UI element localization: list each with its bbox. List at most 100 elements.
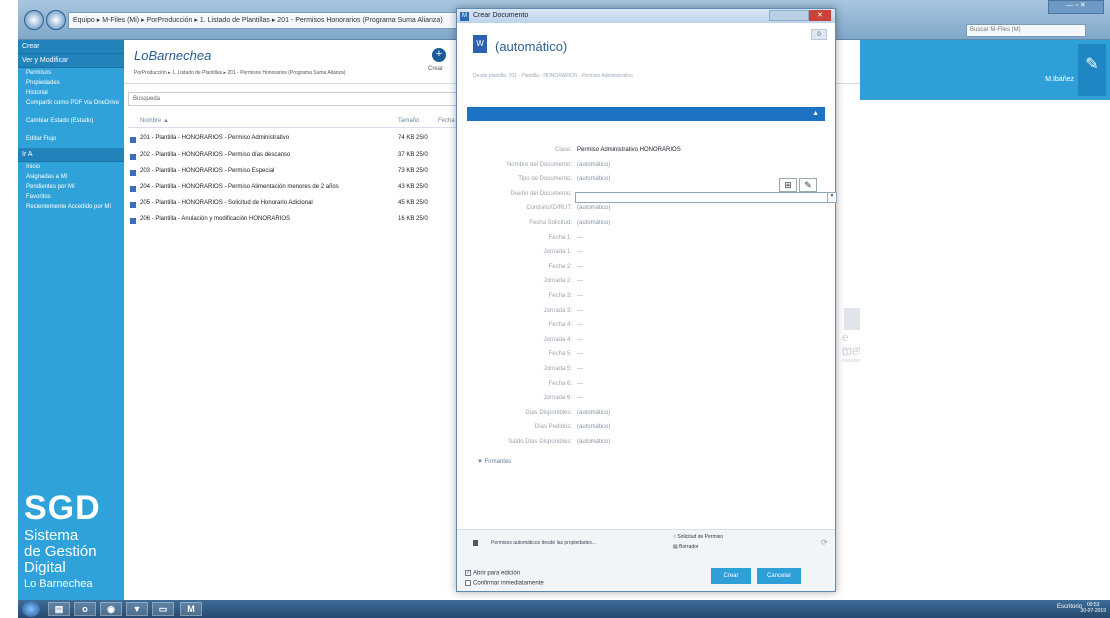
nav-header-view-modify[interactable]: Ver y Modificar: [18, 54, 124, 68]
property-value[interactable]: ---: [577, 337, 583, 343]
document-title[interactable]: (automático): [495, 39, 567, 54]
chevron-down-icon[interactable]: ▼: [827, 193, 836, 202]
property-value[interactable]: (automático): [577, 162, 610, 168]
permissions-text[interactable]: Permisos automáticos desde las propiedad…: [491, 540, 596, 546]
table-row[interactable]: 202 - Plantilla - HONORARIOS - Permiso d…: [128, 152, 468, 163]
property-row[interactable]: Clase: Permiso Administrativo HONORARIOS: [467, 147, 827, 157]
nav-item-change-state[interactable]: Cambiar Estado (Estado): [18, 116, 124, 134]
close-icon[interactable]: ✕: [809, 10, 831, 21]
collapse-icon[interactable]: ▲: [812, 110, 819, 117]
table-row[interactable]: 203 - Plantilla - HONORARIOS - Permiso E…: [128, 168, 468, 179]
property-value[interactable]: ---: [577, 395, 583, 401]
property-value[interactable]: ---: [577, 322, 583, 328]
clock[interactable]: 09:53 30-07-2019: [1080, 602, 1106, 614]
nav-item-pending[interactable]: Pendientes por Mí: [18, 182, 124, 192]
user-name[interactable]: M.Ibáñez: [1045, 76, 1074, 83]
table-row[interactable]: 206 - Plantilla - Anulación y modificaci…: [128, 216, 468, 227]
property-row[interactable]: Contrato/ID/RUT: (automático): [467, 205, 827, 215]
property-row[interactable]: Fecha 1: ---: [467, 235, 827, 245]
property-row[interactable]: Jornada 4: ---: [467, 337, 827, 347]
property-row[interactable]: Jornada 6: ---: [467, 395, 827, 405]
confirm-now-checkbox[interactable]: Confirmar inmediatamente: [465, 580, 544, 587]
explorer-task-icon[interactable]: ▤: [48, 602, 70, 616]
nav-item-history[interactable]: Historial: [18, 88, 124, 98]
property-value[interactable]: ---: [577, 366, 583, 372]
owner-dropdown[interactable]: ▼: [575, 192, 837, 203]
property-value[interactable]: (automático): [577, 176, 610, 182]
create-plus-icon[interactable]: +: [432, 48, 446, 62]
property-row[interactable]: Fecha 6: ---: [467, 381, 827, 391]
address-bar[interactable]: Equipo ▸ M-Files (Mi) ▸ PorProducción ▸ …: [68, 12, 486, 29]
nav-header-create[interactable]: Crear: [18, 40, 124, 54]
col-date-header[interactable]: Fecha: [438, 118, 455, 124]
property-value[interactable]: ---: [577, 264, 583, 270]
forward-button[interactable]: [46, 10, 66, 30]
search-input[interactable]: Búsqueda: [128, 92, 468, 106]
nav-item-share-pdf[interactable]: Compartir como PDF vía OneDrive: [18, 98, 124, 116]
table-row[interactable]: 201 - Plantilla - HONORARIOS - Permiso A…: [128, 135, 468, 146]
chrome-task-icon[interactable]: ◉: [100, 602, 122, 616]
table-row[interactable]: 204 - Plantilla - HONORARIOS - Permiso A…: [128, 184, 468, 195]
col-name-header[interactable]: Nombre ▲: [140, 118, 169, 124]
property-value[interactable]: Permiso Administrativo HONORARIOS: [577, 147, 681, 153]
workflow-label[interactable]: ○ Solicitud de Permiso: [673, 534, 723, 540]
signers-section[interactable]: ▼ Firmantes: [477, 459, 511, 465]
col-size-header[interactable]: Tamaño: [398, 118, 419, 124]
folder-task-icon[interactable]: ▭: [152, 602, 174, 616]
search-box[interactable]: Buscar M-Files (M): [966, 24, 1086, 37]
cancel-button[interactable]: Cancelar: [757, 568, 801, 584]
property-value[interactable]: ---: [577, 293, 583, 299]
row-name: 201 - Plantilla - HONORARIOS - Permiso A…: [140, 135, 290, 141]
property-row[interactable]: Fecha 3: ---: [467, 293, 827, 303]
window-controls[interactable]: — ▫ ✕: [1048, 0, 1104, 14]
property-value[interactable]: ---: [577, 351, 583, 357]
property-value[interactable]: (automático): [577, 424, 610, 430]
create-label[interactable]: Crear: [428, 66, 443, 72]
nav-item-assigned[interactable]: Asignadas a Mí: [18, 172, 124, 182]
property-value[interactable]: (automático): [577, 205, 610, 211]
mfiles-task-icon[interactable]: M: [180, 602, 202, 616]
property-row[interactable]: Días Pedidos: (automático): [467, 424, 827, 434]
property-row[interactable]: Jornada 5: ---: [467, 366, 827, 376]
property-row[interactable]: Tipo de Documento: (automático): [467, 176, 827, 186]
workflow-refresh-icon[interactable]: ⟳: [821, 538, 828, 547]
property-row[interactable]: Fecha 2: ---: [467, 264, 827, 274]
property-value[interactable]: ---: [577, 381, 583, 387]
nav-item-recent[interactable]: Recientemente Accedido por Mí: [18, 202, 124, 220]
nav-item-home[interactable]: Inicio: [18, 162, 124, 172]
property-value[interactable]: ---: [577, 278, 583, 284]
property-value[interactable]: (automático): [577, 439, 610, 445]
nav-item-edit-flow[interactable]: Editar Flujo: [18, 134, 124, 144]
property-value[interactable]: (automático): [577, 220, 610, 226]
property-row[interactable]: Nombre del Documento: (automático): [467, 162, 827, 172]
nav-item-permissions[interactable]: Permisos: [18, 68, 124, 78]
state-label[interactable]: ▤ Borrador: [673, 544, 699, 550]
property-value[interactable]: ---: [577, 235, 583, 241]
pin-icon[interactable]: ✎: [1078, 44, 1106, 96]
property-row[interactable]: Días Disponibles: (automático): [467, 410, 827, 420]
property-value[interactable]: (automático): [577, 410, 610, 416]
table-row[interactable]: 205 - Plantilla - HONORARIOS - Solicitud…: [128, 200, 468, 211]
property-row[interactable]: Fecha Solicitud: (automático): [467, 220, 827, 230]
property-row[interactable]: Fecha 4: ---: [467, 322, 827, 332]
property-row[interactable]: Saldo Días Disponibles: (automático): [467, 439, 827, 449]
property-value[interactable]: ---: [577, 249, 583, 255]
property-row[interactable]: Jornada 3: ---: [467, 308, 827, 318]
property-value[interactable]: ---: [577, 308, 583, 314]
app-task-icon[interactable]: ▼: [126, 602, 148, 616]
open-for-edit-checkbox[interactable]: ✓ Abrir para edición: [465, 570, 520, 577]
nav-item-favorites[interactable]: Favoritos: [18, 192, 124, 202]
office-task-icon[interactable]: o: [74, 602, 96, 616]
dialog-min-max-buttons[interactable]: [769, 10, 809, 21]
metadata-card-bar[interactable]: ▲: [467, 107, 825, 121]
breadcrumb[interactable]: PorProducción ▸ 1. Listado de Plantillas…: [134, 70, 346, 76]
nav-item-properties[interactable]: Propiedades: [18, 78, 124, 88]
property-row[interactable]: Jornada 1: ---: [467, 249, 827, 259]
back-button[interactable]: [24, 10, 44, 30]
tray-desktop-label[interactable]: Escritorio: [1057, 604, 1082, 610]
property-row[interactable]: Jornada 2: ---: [467, 278, 827, 288]
start-button[interactable]: [22, 601, 40, 617]
property-row[interactable]: Fecha 5: ---: [467, 351, 827, 361]
nav-header-goto[interactable]: Ir A: [18, 148, 124, 162]
create-button[interactable]: Crear: [711, 568, 751, 584]
